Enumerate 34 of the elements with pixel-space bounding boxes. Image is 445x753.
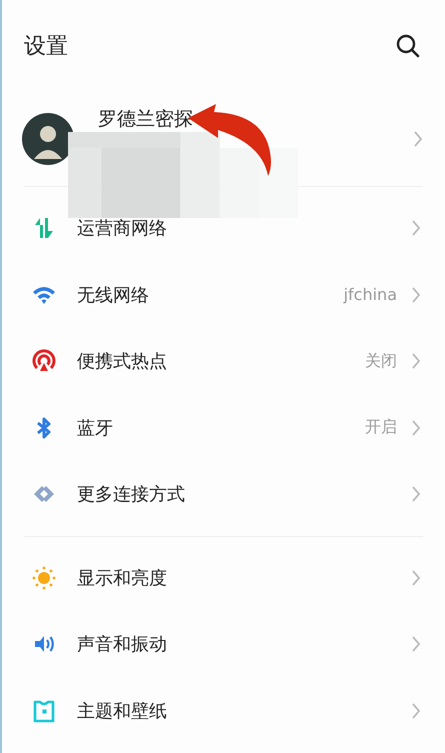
settings-item[interactable]: 主题和壁纸 <box>2 678 445 744</box>
settings-item[interactable]: 便携式热点 关闭 <box>2 328 445 394</box>
settings-item[interactable]: 无线网络 jfchina <box>2 262 445 328</box>
chevron-icon <box>411 702 421 719</box>
item-label: 主题和壁纸 <box>77 700 168 723</box>
chevron-icon <box>411 220 421 236</box>
settings-item[interactable]: 蓝牙 开启 <box>2 394 445 461</box>
chevron-icon <box>411 570 421 586</box>
item-value: 关闭 <box>365 350 397 372</box>
profile-name: 罗德兰密探 <box>98 107 194 132</box>
item-label: 便携式热点 <box>77 350 168 374</box>
settings-item[interactable]: 更多连接方式 <box>2 461 445 528</box>
item-label: 无线网络 <box>77 284 150 307</box>
settings-item[interactable]: 显示和亮度 <box>2 544 445 611</box>
item-label: 运营商网络 <box>77 217 168 240</box>
chevron-icon <box>411 486 421 502</box>
chevron-icon <box>411 286 421 303</box>
chevron-icon <box>411 353 421 370</box>
item-label: 更多连接方式 <box>77 483 186 506</box>
item-label: 声音和振动 <box>77 633 168 656</box>
search-icon[interactable] <box>395 33 421 59</box>
arrows-icon <box>32 216 56 240</box>
avatar <box>22 113 74 165</box>
chevron-icon <box>411 420 421 436</box>
page-title: 设置 <box>24 33 68 61</box>
item-value: jfchina <box>344 285 397 304</box>
item-label: 蓝牙 <box>77 416 114 440</box>
chevron-icon <box>411 636 421 652</box>
item-label: 显示和亮度 <box>77 566 168 590</box>
hotspot-icon <box>32 349 56 374</box>
settings-item[interactable]: 声音和振动 <box>2 611 445 678</box>
item-value: 开启 <box>365 417 397 438</box>
sun-icon <box>32 566 56 590</box>
shirt-icon <box>32 698 56 723</box>
